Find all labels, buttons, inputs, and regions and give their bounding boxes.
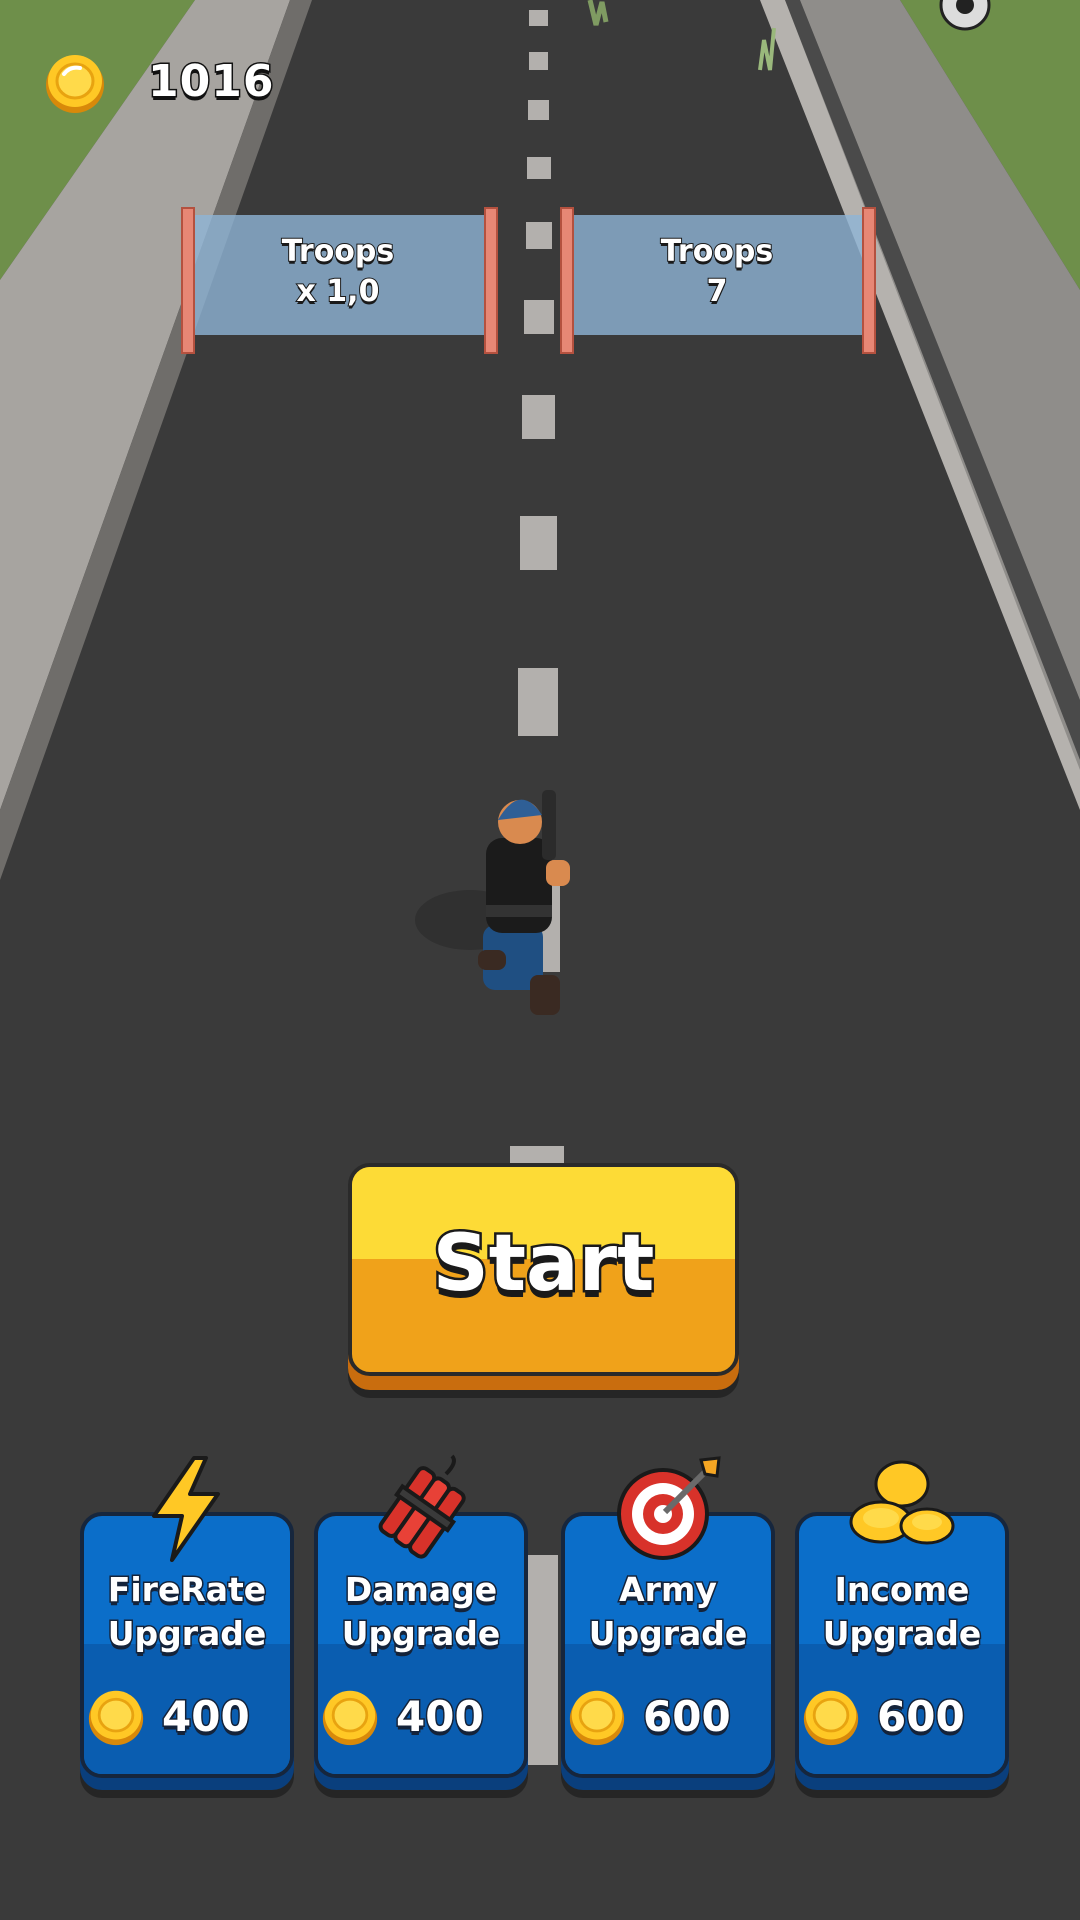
gate-right-label: Troops 7 [572,232,862,312]
lightning-icon [152,1456,220,1562]
income-price: 600 [876,1691,967,1743]
army-price: 600 [642,1691,733,1743]
firerate-upgrade-title: FireRate Upgrade [84,1568,290,1656]
start-button-label: Start [430,1217,657,1312]
gate-right-line1: Troops [660,233,775,270]
firerate-title-line1: FireRate [106,1569,267,1611]
damage-price: 400 [395,1691,486,1743]
start-button[interactable]: Start [348,1163,739,1376]
gate-left-label: Troops x 1,0 [193,232,483,312]
firerate-price: 400 [161,1691,252,1743]
firerate-upgrade-button[interactable]: FireRate Upgrade 400 [80,1456,294,1778]
income-upgrade-button[interactable]: Income Upgrade 600 [795,1460,1009,1778]
income-upgrade-title: Income Upgrade [799,1568,1005,1656]
dynamite-icon [378,1454,466,1559]
coin-icon [569,1690,625,1746]
damage-upgrade-title: Damage Upgrade [318,1568,524,1656]
coin-icon [803,1690,859,1746]
coin-count: 1016 [146,55,275,109]
coin-icon [88,1690,144,1746]
gate-right-line2: 7 [706,273,729,310]
coin-icon [322,1690,378,1746]
damage-upgrade-button[interactable]: Damage Upgrade 400 [314,1454,528,1778]
income-title-line2: Upgrade [821,1613,983,1655]
army-title-line1: Army [618,1569,719,1611]
army-upgrade-button[interactable]: Army Upgrade 600 [561,1456,775,1778]
coin-stack-icon [849,1460,955,1545]
gate-left-line1: Troops [281,233,396,270]
settings-gear-icon[interactable] [930,0,1000,40]
damage-title-line2: Upgrade [340,1613,502,1655]
coin-icon [46,55,104,113]
firerate-title-line2: Upgrade [106,1613,268,1655]
gate-left-line2: x 1,0 [296,273,381,310]
target-icon [617,1456,721,1560]
army-upgrade-title: Army Upgrade [565,1568,771,1656]
army-title-line2: Upgrade [587,1613,749,1655]
income-title-line1: Income [833,1569,971,1611]
damage-title-line1: Damage [343,1569,498,1611]
